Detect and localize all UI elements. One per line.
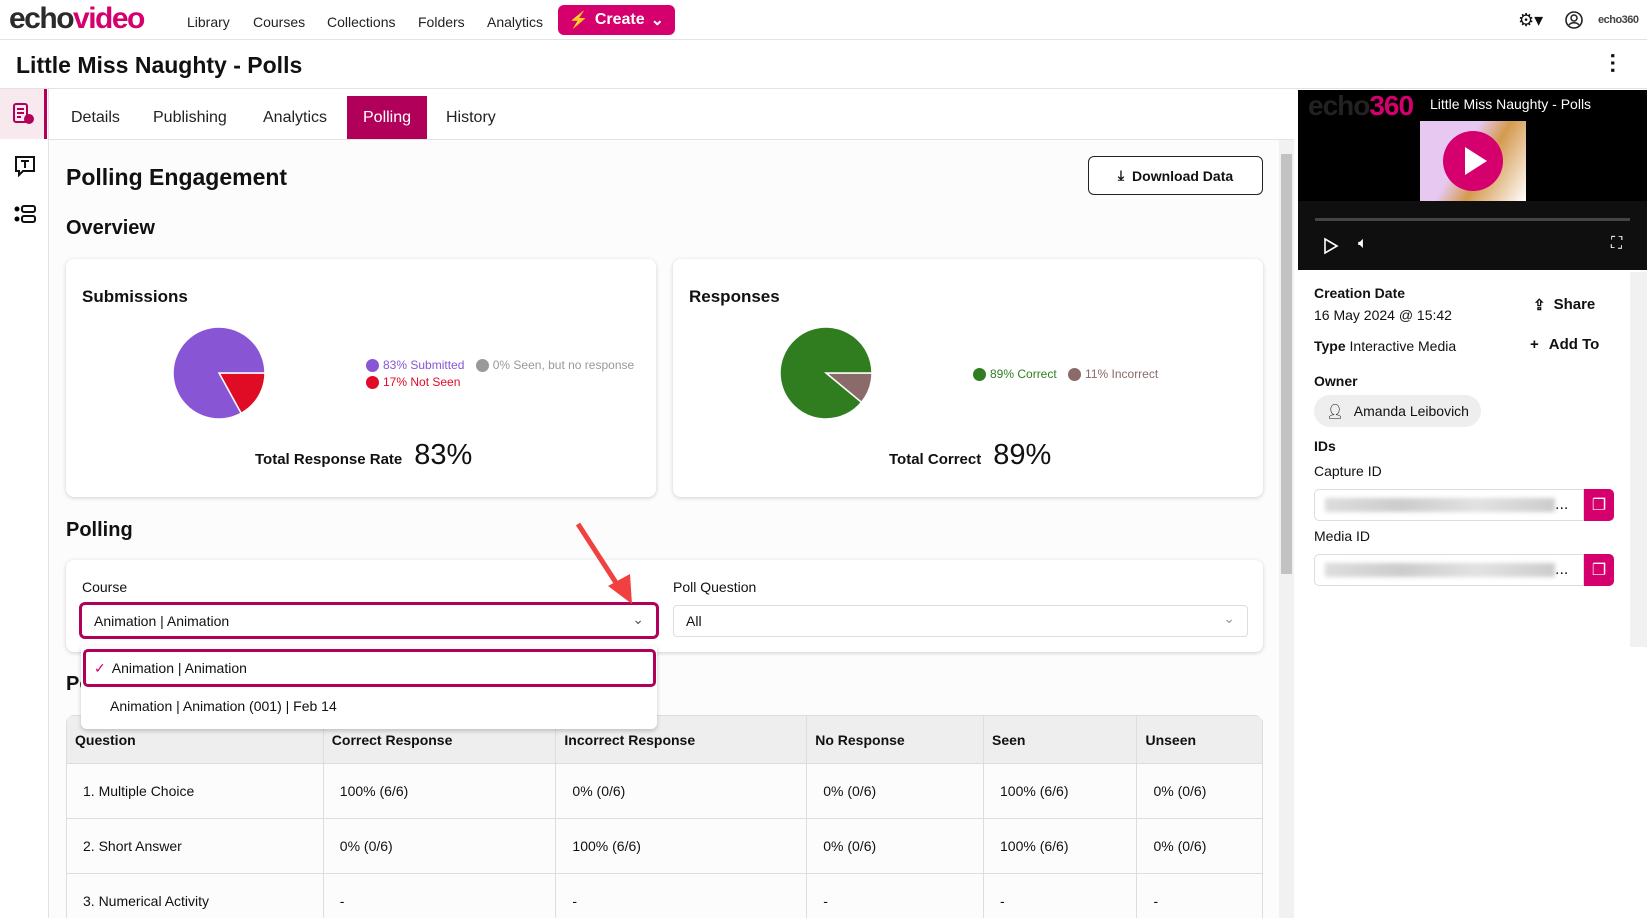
copy-media-id-button[interactable]: ❐ <box>1584 554 1614 586</box>
type-value: Interactive Media <box>1349 338 1457 354</box>
course-dropdown-menu: ✓ Animation | Animation Animation | Anima… <box>81 646 657 729</box>
creation-date-value: 16 May 2024 @ 15:42 <box>1314 307 1452 323</box>
progress-bar[interactable] <box>1315 218 1630 221</box>
owner-chip[interactable]: 👤︎ Amanda Leibovich <box>1314 395 1481 427</box>
scrollbar-thumb[interactable] <box>1281 154 1292 574</box>
header-seen[interactable]: Seen <box>982 715 1138 764</box>
download-icon: ⤓ <box>1117 167 1125 183</box>
side-rail <box>0 89 49 918</box>
total-response-rate-label: Total Response Rate <box>255 451 403 468</box>
nav-collections[interactable]: Collections <box>327 14 395 30</box>
course-option[interactable]: Animation | Animation (001) | Feb 14 <box>110 698 337 714</box>
page-title: Little Miss Naughty - Polls <box>16 52 303 78</box>
total-correct-label: Total Correct <box>889 451 982 468</box>
capture-id-field[interactable]: ... ❐ <box>1314 489 1614 521</box>
total-response-rate-value: 83% <box>414 439 473 471</box>
copy-capture-id-button[interactable]: ❐ <box>1584 489 1614 521</box>
header-no-response[interactable]: No Response <box>806 715 984 764</box>
total-correct-value: 89% <box>993 439 1052 471</box>
media-id-label: Media ID <box>1314 528 1371 544</box>
plus-icon: + <box>1530 336 1539 353</box>
tab-analytics[interactable]: Analytics <box>247 96 343 139</box>
download-data-button[interactable]: ⤓ Download Data <box>1088 156 1263 195</box>
media-info-icon <box>13 103 34 124</box>
gear-icon[interactable]: ⚙▾ <box>1518 10 1543 31</box>
more-options-icon[interactable]: ⋯ <box>1601 52 1626 74</box>
header-unseen[interactable]: Unseen <box>1136 715 1263 764</box>
top-bar <box>0 0 1647 40</box>
polling-heading: Polling <box>66 519 133 541</box>
submissions-title: Submissions <box>82 287 188 306</box>
transcript-icon[interactable] <box>14 155 36 177</box>
nav-analytics[interactable]: Analytics <box>487 14 543 30</box>
capture-id-value-blurred <box>1325 498 1555 512</box>
course-option-selected[interactable]: ✓ Animation | Animation <box>83 649 656 687</box>
chevron-down-icon: ⌄ <box>650 12 665 29</box>
share-icon: ⇪ <box>1533 297 1546 314</box>
type-label: Type <box>1314 338 1346 354</box>
chevron-down-icon: ⌄ <box>632 611 644 627</box>
capture-id-label: Capture ID <box>1314 463 1382 479</box>
copy-icon: ❐ <box>1591 497 1607 514</box>
submissions-card: Submissions 83% Submitted 0% Seen, but n… <box>66 259 656 497</box>
tab-polling[interactable]: Polling <box>347 96 428 139</box>
magic-wand-icon: ⚡ <box>568 12 589 29</box>
owner-label: Owner <box>1314 373 1358 389</box>
play-icon[interactable] <box>1323 237 1339 255</box>
media-id-value-blurred <box>1325 563 1555 577</box>
chevron-down-icon: ⌄ <box>1223 610 1235 626</box>
tab-history[interactable]: History <box>430 96 512 139</box>
poll-list-icon[interactable] <box>14 205 36 225</box>
tab-publishing[interactable]: Publishing <box>137 96 243 139</box>
tab-details[interactable]: Details <box>55 96 136 139</box>
echovideo-logo[interactable]: echovideo <box>9 2 145 36</box>
course-label: Course <box>82 579 128 595</box>
media-id-field[interactable]: ... ❐ <box>1314 554 1614 586</box>
nav-folders[interactable]: Folders <box>418 14 465 30</box>
annotation-arrow <box>575 522 632 604</box>
echo360-corner-logo: echo360 <box>1598 14 1639 26</box>
table-row: 2. Short Answer 0% (0/6) 100% (6/6) 0% (0/6… <box>66 818 1263 874</box>
main-scrollbar[interactable] <box>1279 140 1294 918</box>
nav-library[interactable]: Library <box>187 14 230 30</box>
add-to-button[interactable]: + Add To <box>1530 336 1599 353</box>
legend-not-seen: 17% Not Seen <box>366 375 634 389</box>
poll-question-select[interactable]: All ⌄ <box>673 605 1248 637</box>
legend-seen-no-response: 0% Seen, but no response <box>475 358 634 372</box>
play-overlay-button[interactable] <box>1443 131 1503 191</box>
user-account-icon[interactable] <box>1565 11 1583 29</box>
ids-label: IDs <box>1314 438 1336 454</box>
user-icon: 👤︎ <box>1326 402 1344 419</box>
poll-results-table: Question Correct Response Incorrect Respon… <box>66 715 1263 918</box>
legend-incorrect: 11% Incorrect <box>1068 367 1158 381</box>
poll-question-label: Poll Question <box>673 579 757 595</box>
video-player: echo360 Little Miss Naughty - Polls 🔈︎ ⛶ <box>1298 90 1647 270</box>
details-scrollbar[interactable] <box>1630 272 1647 647</box>
section-title: Polling Engagement <box>66 164 288 190</box>
player-title: Little Miss Naughty - Polls <box>1430 96 1592 112</box>
legend-correct: 89% Correct <box>973 367 1057 381</box>
create-button[interactable]: ⚡ Create ⌄ <box>558 5 675 35</box>
pie-slice-correct <box>779 326 873 420</box>
overview-heading: Overview <box>66 217 155 239</box>
creation-date-label: Creation Date <box>1314 285 1406 301</box>
responses-pie <box>779 326 873 420</box>
submissions-pie <box>172 326 266 420</box>
responses-card: Responses 89% Correct 11% Incorrect Tota… <box>673 259 1263 497</box>
legend-submitted: 83% Submitted <box>366 358 464 372</box>
checkmark-icon: ✓ <box>94 659 106 676</box>
nav-courses[interactable]: Courses <box>253 14 305 30</box>
volume-icon[interactable]: 🔈︎ <box>1358 235 1368 253</box>
copy-icon: ❐ <box>1591 562 1607 579</box>
fullscreen-icon[interactable]: ⛶ <box>1611 235 1622 253</box>
echo360-player-logo: echo360 <box>1308 90 1414 121</box>
responses-title: Responses <box>689 287 780 306</box>
share-button[interactable]: ⇪ Share <box>1533 296 1595 314</box>
table-row: 3. Numerical Activity - - - - - <box>66 873 1263 918</box>
table-row: 1. Multiple Choice 100% (6/6) 0% (0/6) 0% (… <box>66 763 1263 819</box>
